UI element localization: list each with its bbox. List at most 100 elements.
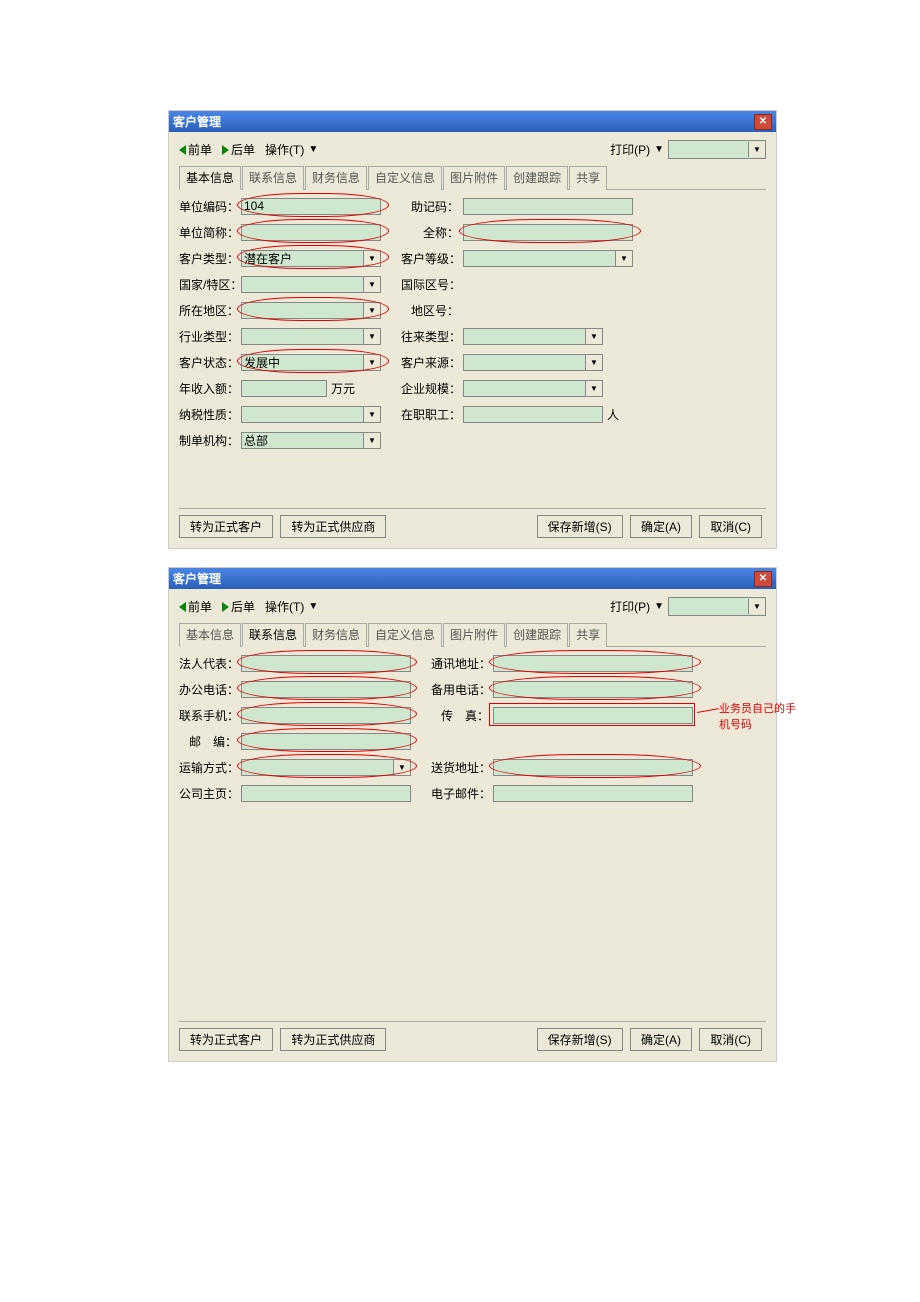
zip-label: 邮 编： [179, 733, 237, 750]
print-menu[interactable]: 打印(P)▼ [610, 598, 664, 615]
grade-combo[interactable]: ▼ [463, 250, 633, 267]
tab-track[interactable]: 创建跟踪 [506, 623, 568, 647]
legal-input[interactable] [241, 655, 411, 672]
prev-button[interactable]: 前单 [179, 598, 212, 615]
address-label: 通讯地址： [431, 655, 489, 672]
chevron-down-icon[interactable]: ▼ [615, 251, 632, 266]
mobile-input[interactable] [241, 707, 411, 724]
legal-label: 法人代表： [179, 655, 237, 672]
cust-type-combo[interactable]: ▼ [241, 250, 381, 267]
transport-combo[interactable]: ▼ [241, 759, 411, 776]
zip-input[interactable] [241, 733, 411, 750]
chevron-down-icon[interactable]: ▼ [363, 433, 380, 448]
email-input[interactable] [493, 785, 693, 802]
title: 客户管理 [173, 113, 221, 130]
next-button[interactable]: 后单 [222, 598, 255, 615]
tabs: 基本信息 联系信息 财务信息 自定义信息 图片附件 创建跟踪 共享 [179, 165, 766, 190]
chevron-down-icon[interactable]: ▼ [363, 355, 380, 370]
transport-label: 运输方式： [179, 759, 237, 776]
titlebar: 客户管理 ✕ [169, 111, 776, 132]
address-input[interactable] [493, 655, 693, 672]
print-select[interactable]: ▼ [668, 597, 766, 616]
industry-label: 行业类型： [179, 328, 237, 345]
panel-contact: www.bdocx.com 客户管理 ✕ 前单 后单 操作(T)▼ 打印(P)▼… [168, 567, 777, 1062]
save-new-button[interactable]: 保存新增(S) [537, 515, 623, 538]
office-tel-input[interactable] [241, 681, 411, 698]
source-combo[interactable]: ▼ [463, 354, 603, 371]
chevron-down-icon[interactable]: ▼ [363, 277, 380, 292]
fullname-label: 全称： [401, 224, 459, 241]
unit-short-label: 单位简称： [179, 224, 237, 241]
chevron-down-icon[interactable]: ▼ [585, 381, 602, 396]
chevron-down-icon: ▼ [308, 144, 318, 155]
fax-label: 传 真： [431, 707, 489, 724]
fullname-input[interactable] [463, 224, 633, 241]
cancel-button[interactable]: 取消(C) [699, 1028, 762, 1051]
tab-contact[interactable]: 联系信息 [242, 623, 304, 647]
ship-input[interactable] [493, 759, 693, 776]
chevron-down-icon[interactable]: ▼ [363, 407, 380, 422]
ok-button[interactable]: 确定(A) [630, 515, 692, 538]
income-label: 年收入额： [179, 380, 237, 397]
bak-tel-input[interactable] [493, 681, 693, 698]
tab-finance[interactable]: 财务信息 [305, 623, 367, 647]
org-label: 制单机构： [179, 432, 237, 449]
cust-type-label: 客户类型： [179, 250, 237, 267]
to-customer-button[interactable]: 转为正式客户 [179, 1028, 273, 1051]
chevron-down-icon: ▼ [748, 142, 765, 157]
source-label: 客户来源： [401, 354, 459, 371]
chevron-down-icon[interactable]: ▼ [363, 251, 380, 266]
chevron-down-icon: ▼ [654, 144, 664, 155]
homepage-input[interactable] [241, 785, 411, 802]
scale-label: 企业规模： [401, 380, 459, 397]
unit-code-input[interactable] [241, 198, 381, 215]
region-combo[interactable]: ▼ [241, 302, 381, 319]
operate-menu[interactable]: 操作(T)▼ [265, 598, 318, 615]
tab-custom[interactable]: 自定义信息 [368, 623, 442, 647]
country-combo[interactable]: ▼ [241, 276, 381, 293]
industry-combo[interactable]: ▼ [241, 328, 381, 345]
deal-type-combo[interactable]: ▼ [463, 328, 603, 345]
tab-custom[interactable]: 自定义信息 [368, 166, 442, 190]
unit-short-input[interactable] [241, 224, 381, 241]
mnemonic-input[interactable] [463, 198, 633, 215]
close-icon[interactable]: ✕ [754, 571, 772, 587]
status-combo[interactable]: ▼ [241, 354, 381, 371]
scale-combo[interactable]: ▼ [463, 380, 603, 397]
tab-contact[interactable]: 联系信息 [242, 166, 304, 190]
area-label: 地区号： [401, 302, 459, 319]
tab-basic[interactable]: 基本信息 [179, 623, 241, 647]
fax-input[interactable] [493, 707, 693, 724]
to-customer-button[interactable]: 转为正式客户 [179, 515, 273, 538]
chevron-down-icon[interactable]: ▼ [363, 303, 380, 318]
chevron-down-icon[interactable]: ▼ [585, 355, 602, 370]
chevron-down-icon[interactable]: ▼ [393, 760, 410, 775]
org-combo[interactable]: ▼ [241, 432, 381, 449]
tab-track[interactable]: 创建跟踪 [506, 166, 568, 190]
save-new-button[interactable]: 保存新增(S) [537, 1028, 623, 1051]
close-icon[interactable]: ✕ [754, 114, 772, 130]
staff-input[interactable] [463, 406, 603, 423]
tab-share[interactable]: 共享 [569, 623, 607, 647]
email-label: 电子邮件： [431, 785, 489, 802]
ok-button[interactable]: 确定(A) [630, 1028, 692, 1051]
chevron-down-icon[interactable]: ▼ [585, 329, 602, 344]
income-input[interactable] [241, 380, 327, 397]
chevron-down-icon[interactable]: ▼ [363, 329, 380, 344]
print-menu[interactable]: 打印(P)▼ [610, 141, 664, 158]
tab-share[interactable]: 共享 [569, 166, 607, 190]
deal-type-label: 往来类型： [401, 328, 459, 345]
prev-button[interactable]: 前单 [179, 141, 212, 158]
tab-finance[interactable]: 财务信息 [305, 166, 367, 190]
tab-image[interactable]: 图片附件 [443, 166, 505, 190]
to-supplier-button[interactable]: 转为正式供应商 [280, 515, 386, 538]
tab-image[interactable]: 图片附件 [443, 623, 505, 647]
operate-menu[interactable]: 操作(T)▼ [265, 141, 318, 158]
tax-combo[interactable]: ▼ [241, 406, 381, 423]
staff-label: 在职职工： [401, 406, 459, 423]
next-button[interactable]: 后单 [222, 141, 255, 158]
to-supplier-button[interactable]: 转为正式供应商 [280, 1028, 386, 1051]
print-select[interactable]: ▼ [668, 140, 766, 159]
tab-basic[interactable]: 基本信息 [179, 166, 241, 190]
cancel-button[interactable]: 取消(C) [699, 515, 762, 538]
